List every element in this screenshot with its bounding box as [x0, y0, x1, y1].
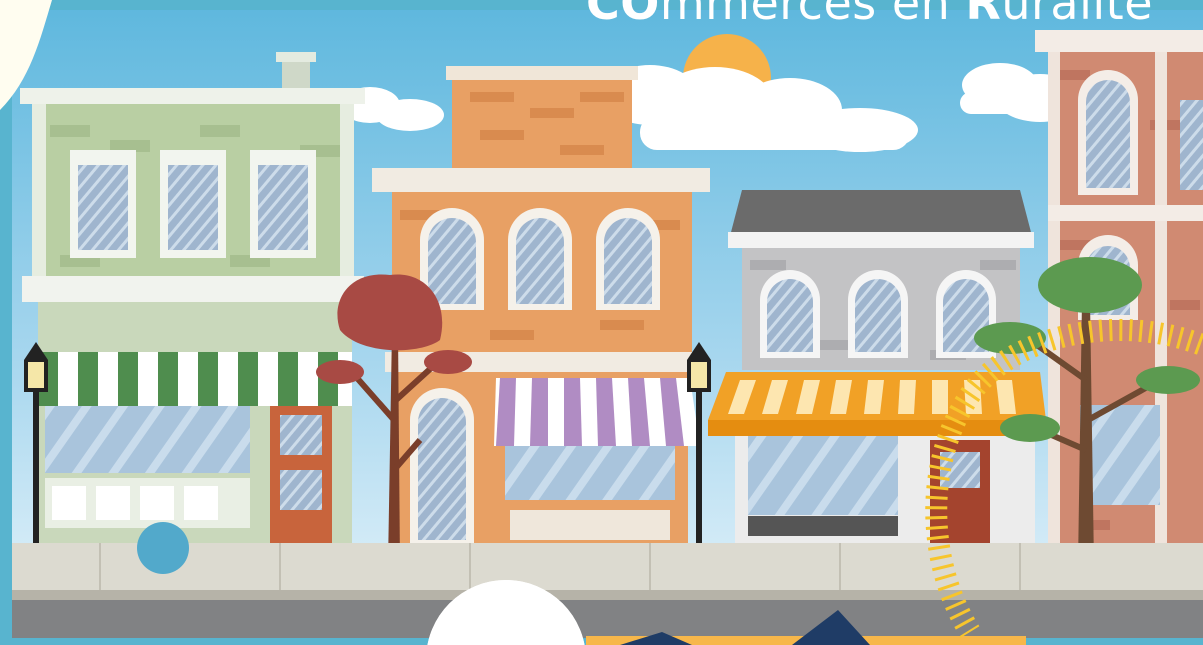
illustration-banner: COmmerces en Ruralité [0, 0, 1203, 645]
headline-text-uralite: uralité [1001, 0, 1153, 30]
purple-striped-awning [494, 378, 700, 446]
grey-shop-building [708, 190, 1046, 550]
headline-bold-co: CO [585, 0, 660, 30]
headline-title: COmmerces en Ruralité [586, 0, 1153, 31]
street-scene [0, 0, 1203, 645]
headline-text-mmerces: mmerces en [659, 0, 966, 30]
headline-bold-r: R [965, 0, 1002, 30]
green-striped-awning [38, 352, 352, 406]
blue-dot [137, 522, 189, 574]
green-shop-building [20, 52, 365, 550]
yellow-striped-awning [708, 372, 1046, 436]
